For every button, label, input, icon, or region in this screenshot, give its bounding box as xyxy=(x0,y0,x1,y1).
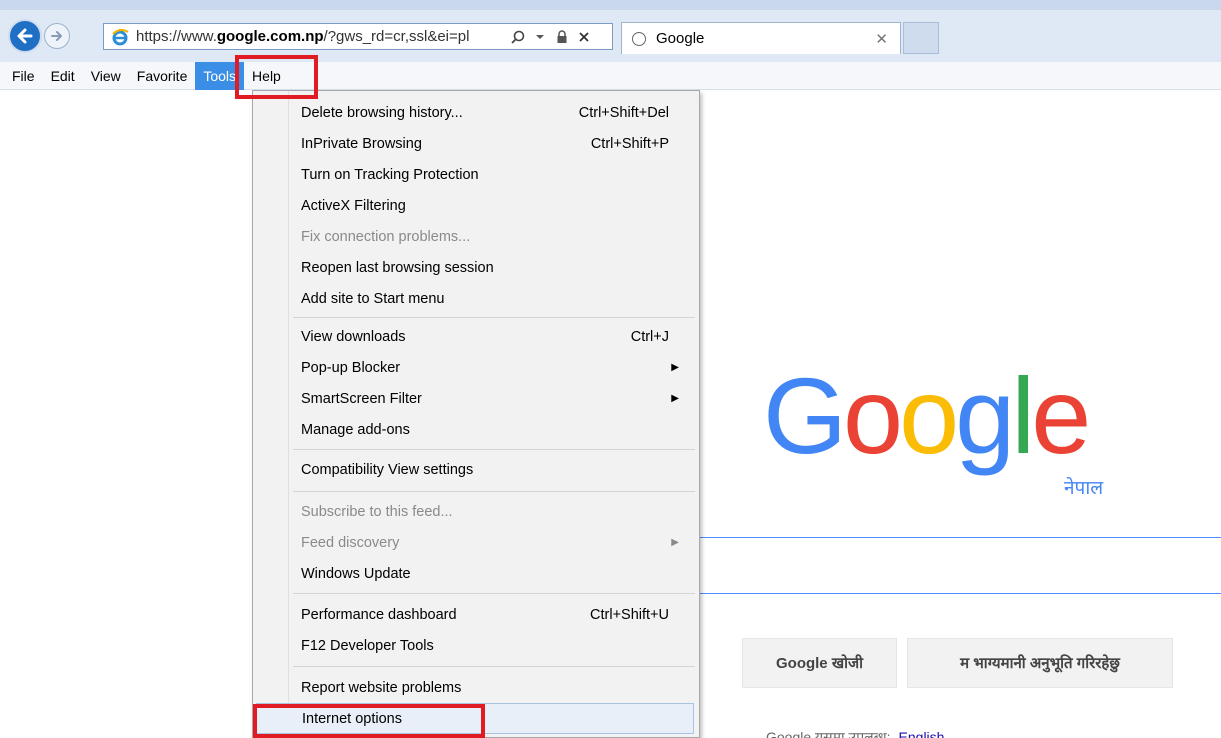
menu-item-shortcut: Ctrl+J xyxy=(630,328,669,345)
tab-google[interactable]: Google ✕ xyxy=(621,22,901,54)
offered-in-prefix: Google xyxy=(766,729,812,738)
menu-item-label: Windows Update xyxy=(301,565,411,582)
menu-bar: File Edit View Favorite Tools Help xyxy=(0,61,1221,90)
logo-letter-l: l xyxy=(1011,355,1035,476)
menu-item-label: Pop-up Blocker xyxy=(301,359,401,376)
menu-item-label: Compatibility View settings xyxy=(301,461,474,478)
back-button[interactable] xyxy=(8,19,42,53)
menu-separator xyxy=(293,491,695,492)
menu-item-label: Subscribe to this feed... xyxy=(301,503,453,520)
search-icon[interactable] xyxy=(510,29,526,45)
menu-file[interactable]: File xyxy=(4,62,43,90)
logo-letter-o1: o xyxy=(843,355,903,476)
feeling-lucky-button[interactable]: म भाग्यमानी अनुभूति गरिरहेछु xyxy=(907,638,1173,688)
menu-item-label: Performance dashboard xyxy=(301,606,457,623)
logo-letter-e: e xyxy=(1031,355,1091,476)
menu-item-compatibility-view[interactable]: Compatibility View settings xyxy=(253,454,699,485)
menu-separator xyxy=(293,666,695,667)
menu-view[interactable]: View xyxy=(83,62,129,90)
url-text[interactable]: https://www.google.com.np/?gws_rd=cr,ssl… xyxy=(136,28,504,45)
close-icon[interactable] xyxy=(576,29,592,45)
menu-item-popup-blocker[interactable]: Pop-up Blocker ▶ xyxy=(253,352,699,383)
google-region-label: नेपाल xyxy=(1064,478,1104,499)
menu-item-label: InPrivate Browsing xyxy=(301,135,422,152)
forward-arrow-icon xyxy=(51,31,62,41)
menu-item-add-to-start[interactable]: Add site to Start menu xyxy=(253,283,699,314)
menu-separator xyxy=(293,449,695,450)
menu-item-label: ActiveX Filtering xyxy=(301,197,406,214)
menu-item-manage-addons[interactable]: Manage add-ons xyxy=(253,414,699,445)
menu-separator xyxy=(293,317,695,318)
menu-item-tracking-protection[interactable]: Turn on Tracking Protection xyxy=(253,159,699,190)
back-arrow-icon xyxy=(17,28,33,44)
menu-favorites[interactable]: Favorite xyxy=(129,62,196,90)
url-domain: google.com.np xyxy=(216,28,324,45)
menu-item-windows-update[interactable]: Windows Update xyxy=(253,558,699,589)
menu-item-subscribe-feed: Subscribe to this feed... xyxy=(253,496,699,527)
menu-item-label: Report website problems xyxy=(301,679,462,696)
menu-item-view-downloads[interactable]: View downloads Ctrl+J xyxy=(253,321,699,352)
menu-item-label: Reopen last browsing session xyxy=(301,259,494,276)
forward-button[interactable] xyxy=(44,23,70,49)
submenu-arrow-icon: ▶ xyxy=(671,537,679,548)
menu-item-shortcut: Ctrl+Shift+Del xyxy=(578,104,669,121)
menu-item-f12-developer-tools[interactable]: F12 Developer Tools xyxy=(253,630,699,661)
logo-letter-o2: o xyxy=(899,355,959,476)
language-link-english[interactable]: English xyxy=(899,729,945,738)
tools-dropdown-menu: Delete browsing history... Ctrl+Shift+De… xyxy=(252,90,700,738)
menu-item-label: Feed discovery xyxy=(301,534,400,551)
menu-item-label: SmartScreen Filter xyxy=(301,390,422,407)
search-box-border-bottom[interactable] xyxy=(700,593,1221,594)
google-logo: Google xyxy=(763,362,1091,470)
menu-edit[interactable]: Edit xyxy=(43,62,83,90)
menu-item-label: Fix connection problems... xyxy=(301,228,471,245)
menu-item-activex-filtering[interactable]: ActiveX Filtering xyxy=(253,190,699,221)
menu-separator xyxy=(293,593,695,594)
offered-in-text: Google यसमा उपलब्ध: English xyxy=(766,728,944,738)
chrome-top-strip xyxy=(0,0,1221,10)
menu-item-label: Add site to Start menu xyxy=(301,290,445,307)
url-suffix: /?gws_rd=cr,ssl&ei=pl xyxy=(323,28,470,45)
offered-in-label: यसमा उपलब्ध: xyxy=(815,729,891,738)
url-prefix: https://www. xyxy=(136,28,217,45)
search-box-border-top[interactable] xyxy=(700,537,1221,538)
menu-item-label: Delete browsing history... xyxy=(301,104,463,121)
new-tab-button[interactable] xyxy=(903,22,939,54)
submenu-arrow-icon: ▶ xyxy=(671,362,679,373)
menu-item-feed-discovery: Feed discovery ▶ xyxy=(253,527,699,558)
menu-item-label: Turn on Tracking Protection xyxy=(301,166,479,183)
tab-title: Google xyxy=(656,30,705,47)
lock-icon[interactable] xyxy=(554,29,570,45)
menu-item-inprivate-browsing[interactable]: InPrivate Browsing Ctrl+Shift+P xyxy=(253,128,699,159)
address-bar-tools xyxy=(510,29,592,45)
chevron-down-icon[interactable] xyxy=(532,29,548,45)
menu-item-performance-dashboard[interactable]: Performance dashboard Ctrl+Shift+U xyxy=(253,599,699,630)
menu-item-label: F12 Developer Tools xyxy=(301,637,434,654)
menu-item-label: Manage add-ons xyxy=(301,421,410,438)
menu-item-shortcut: Ctrl+Shift+P xyxy=(590,135,669,152)
logo-letter-g2: g xyxy=(955,355,1015,476)
menu-item-reopen-session[interactable]: Reopen last browsing session xyxy=(253,252,699,283)
loading-icon xyxy=(632,31,646,46)
menu-item-shortcut: Ctrl+Shift+U xyxy=(590,606,669,623)
menu-item-smartscreen-filter[interactable]: SmartScreen Filter ▶ xyxy=(253,383,699,414)
submenu-arrow-icon: ▶ xyxy=(671,393,679,404)
annotation-box-tools xyxy=(235,55,318,99)
menu-item-fix-connection: Fix connection problems... xyxy=(253,221,699,252)
ie-icon xyxy=(110,27,130,47)
menu-item-delete-browsing-history[interactable]: Delete browsing history... Ctrl+Shift+De… xyxy=(253,97,699,128)
browser-chrome: https://www.google.com.np/?gws_rd=cr,ssl… xyxy=(0,0,1221,62)
menu-item-label: View downloads xyxy=(301,328,406,345)
annotation-box-internet-options xyxy=(253,704,485,738)
address-bar[interactable]: https://www.google.com.np/?gws_rd=cr,ssl… xyxy=(103,23,613,50)
logo-letter-g: G xyxy=(763,355,847,476)
menu-item-report-website-problems[interactable]: Report website problems xyxy=(253,672,699,703)
tab-close-icon[interactable]: ✕ xyxy=(875,30,888,48)
google-search-button[interactable]: Google खोजी xyxy=(742,638,897,688)
